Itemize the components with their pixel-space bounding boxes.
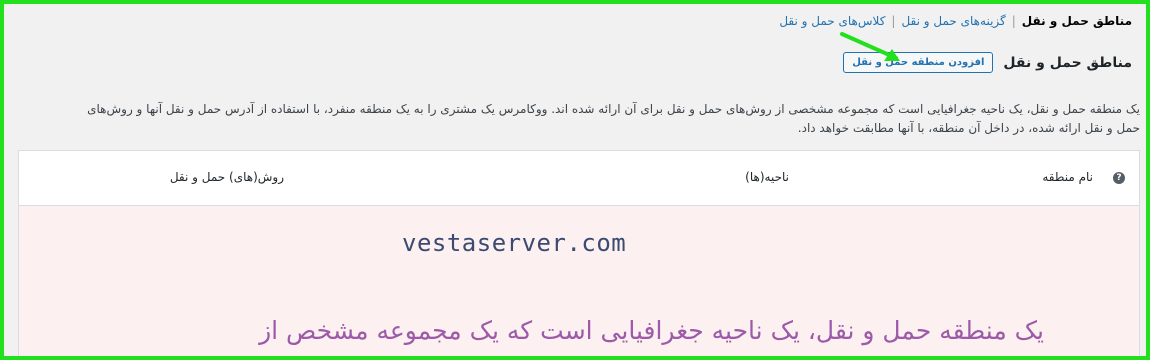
help-icon[interactable]: ?	[1113, 172, 1125, 184]
description-line-2: حمل و نقل ارائه شده، در داخل آن منطقه، ب…	[797, 121, 1140, 135]
subnav-separator: |	[891, 14, 896, 28]
subnav-separator: |	[1011, 14, 1016, 28]
description-line-1: یک منطقه حمل و نقل، یک ناحیه جغرافیایی ا…	[87, 102, 1140, 116]
screenshot-frame: مناطق حمل و نقل | گزینه‌های حمل و نقل | کلاس…	[0, 0, 1150, 360]
subnav-shipping-zones: مناطق حمل و نقل	[1021, 14, 1132, 28]
table-header-row: ? نام منطقه ناحیه(ها) روش(های) حمل و نقل	[19, 151, 1139, 206]
shipping-zones-table: ? نام منطقه ناحیه(ها) روش(های) حمل و نقل…	[18, 150, 1140, 356]
page-description: یک منطقه حمل و نقل، یک ناحیه جغرافیایی ا…	[4, 100, 1140, 138]
watermark-text: vestaserver.com	[402, 229, 627, 257]
column-regions: ناحیه(ها)	[745, 170, 789, 184]
subnav-shipping-classes[interactable]: کلاس‌های حمل و نقل	[779, 14, 885, 28]
shipping-subnav: مناطق حمل و نقل | گزینه‌های حمل و نقل | کلاس…	[18, 14, 1132, 28]
shipping-zones-page: مناطق حمل و نقل | گزینه‌های حمل و نقل | کلاس…	[4, 4, 1146, 356]
column-shipping-methods: روش(های) حمل و نقل	[169, 170, 284, 184]
subnav-shipping-options[interactable]: گزینه‌های حمل و نقل	[901, 14, 1005, 28]
overlay-caption: یک منطقه حمل و نقل، یک ناحیه جغرافیایی ا…	[259, 316, 1044, 345]
pointer-arrow-icon	[840, 32, 900, 61]
page-title: مناطق حمل و نقل	[1003, 54, 1132, 71]
column-zone-name: نام منطقه	[1042, 170, 1093, 184]
